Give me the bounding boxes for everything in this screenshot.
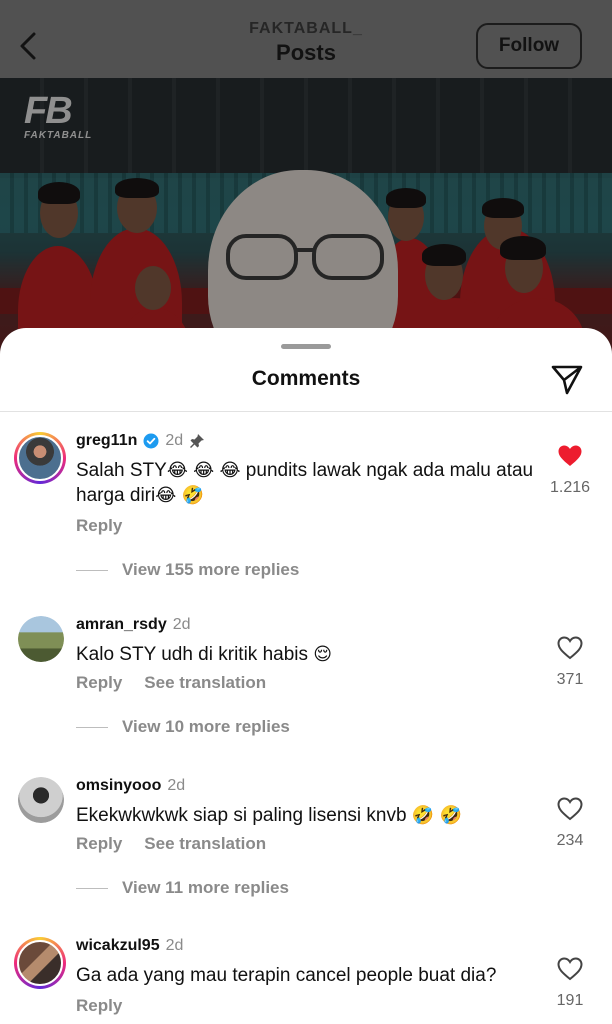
replies-divider — [76, 726, 108, 728]
reply-button[interactable]: Reply — [76, 834, 122, 854]
comment-text: Ekekwkwkwk siap si paling lisensi knvb 🤣… — [76, 803, 536, 828]
like-count: 191 — [556, 992, 584, 1009]
comments-sheet: Comments greg11n 2d Salah STY😂 😂 😂 pundi… — [0, 328, 612, 1024]
comment-text-part: Kalo STY udh di kritik habis — [76, 644, 314, 665]
avatar-image — [18, 777, 64, 823]
emoji-rofl: 🤣 — [411, 805, 435, 826]
comment-text: Salah STY😂 😂 😂 pundits lawak ngak ada ma… — [76, 458, 536, 508]
comment-meta: omsinyooo 2d — [76, 777, 185, 795]
comment-actions: Reply — [76, 996, 122, 1016]
emoji-tears-of-joy: 😂 — [193, 460, 215, 481]
heart-icon[interactable] — [557, 636, 583, 660]
avatar[interactable] — [18, 777, 64, 823]
comment-text-part: Ekekwkwkwk siap si paling lisensi knvb — [76, 805, 412, 826]
avatar-image — [17, 940, 63, 986]
emoji-rofl: 🤣 — [439, 805, 462, 826]
comment-actions: Reply See translation — [76, 834, 266, 854]
like-column: 191 — [546, 957, 594, 1010]
send-icon — [551, 365, 583, 395]
reply-button[interactable]: Reply — [76, 673, 122, 693]
replies-divider — [76, 569, 108, 571]
emoji-relieved: 😌 — [313, 644, 333, 665]
emoji-tears-of-joy: 😂 — [155, 485, 177, 506]
comment-meta: wicakzul95 2d — [76, 937, 183, 955]
comment-text-part: Salah STY — [76, 460, 167, 481]
timestamp: 2d — [167, 777, 186, 794]
comment-actions: Reply See translation — [76, 673, 266, 693]
comment-item: amran_rsdy 2d Kalo STY udh di kritik hab… — [0, 616, 612, 746]
share-button[interactable] — [550, 362, 584, 396]
avatar-image — [17, 435, 63, 481]
comment-item: omsinyooo 2d Ekekwkwkwk siap si paling l… — [0, 777, 612, 907]
like-count: 234 — [556, 832, 584, 849]
like-column: 1.216 — [546, 444, 594, 497]
see-translation-button[interactable]: See translation — [144, 834, 266, 854]
timestamp: 2d — [165, 937, 184, 954]
heart-icon[interactable] — [557, 797, 583, 821]
comment-text: Ga ada yang mau terapin cancel people bu… — [76, 963, 536, 988]
like-count: 371 — [556, 671, 584, 688]
comment-item: greg11n 2d Salah STY😂 😂 😂 pundits lawak … — [0, 432, 612, 592]
heart-icon[interactable] — [557, 444, 583, 468]
see-translation-button[interactable]: See translation — [144, 673, 266, 693]
comment-actions: Reply — [76, 516, 122, 536]
comment-text: Kalo STY udh di kritik habis 😌 — [76, 642, 536, 667]
like-column: 234 — [546, 797, 594, 850]
username[interactable]: amran_rsdy — [76, 616, 167, 634]
like-column: 371 — [546, 636, 594, 689]
timestamp: 2d — [172, 616, 191, 633]
replies-divider — [76, 887, 108, 889]
timestamp: 2d — [165, 432, 184, 449]
emoji-tears-of-joy: 😂 — [166, 460, 188, 481]
comment-item: wicakzul95 2d Ga ada yang mau terapin ca… — [0, 937, 612, 1024]
avatar-image — [18, 616, 64, 662]
comment-text-part: Ga ada yang mau terapin cancel people bu… — [76, 965, 497, 986]
divider — [0, 411, 612, 412]
comment-meta: greg11n 2d — [76, 432, 205, 450]
emoji-rofl: 🤣 — [181, 485, 204, 506]
dim-overlay[interactable] — [0, 0, 612, 370]
username[interactable]: greg11n — [76, 432, 137, 450]
drag-handle[interactable] — [281, 344, 331, 349]
username[interactable]: wicakzul95 — [76, 937, 160, 955]
view-replies-button[interactable]: View 10 more replies — [76, 717, 290, 737]
reply-button[interactable]: Reply — [76, 516, 122, 536]
view-replies-label: View 10 more replies — [122, 717, 290, 736]
avatar[interactable] — [14, 432, 66, 484]
like-count: 1.216 — [549, 479, 591, 496]
avatar[interactable] — [18, 616, 64, 662]
view-replies-label: View 11 more replies — [122, 878, 289, 897]
view-replies-button[interactable]: View 155 more replies — [76, 560, 299, 580]
emoji-tears-of-joy: 😂 — [219, 460, 241, 481]
username[interactable]: omsinyooo — [76, 777, 161, 795]
pin-icon — [190, 434, 205, 448]
comment-meta: amran_rsdy 2d — [76, 616, 191, 634]
view-replies-button[interactable]: View 11 more replies — [76, 878, 289, 898]
heart-icon[interactable] — [557, 957, 583, 981]
view-replies-label: View 155 more replies — [122, 560, 300, 579]
reply-button[interactable]: Reply — [76, 996, 122, 1016]
sheet-title: Comments — [251, 367, 361, 390]
verified-badge-icon — [143, 433, 159, 449]
avatar[interactable] — [14, 937, 66, 989]
